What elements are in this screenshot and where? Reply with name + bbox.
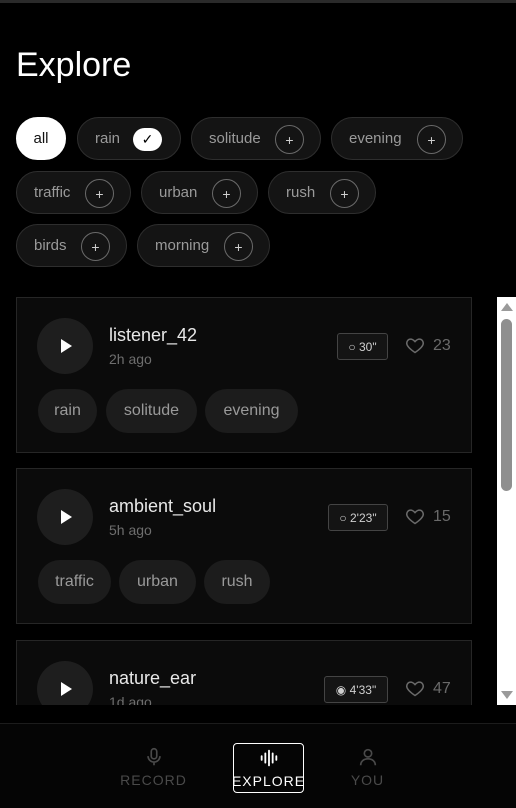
plus-icon[interactable]: + [81, 232, 110, 261]
play-icon [61, 510, 72, 524]
tag-chip[interactable]: evening [205, 389, 298, 433]
post-time: 2h ago [109, 351, 152, 367]
like-count: 23 [433, 337, 451, 354]
duration-icon: ○ [348, 339, 356, 354]
filter-chip-rain[interactable]: rain ✓ [77, 117, 181, 160]
tag-chip[interactable]: rain [38, 389, 97, 433]
duration-badge: ○ 2'23" [328, 504, 388, 531]
duration-icon: ○ [339, 510, 347, 525]
heart-icon[interactable] [405, 335, 425, 355]
plus-icon[interactable]: + [330, 179, 359, 208]
duration-icon: ◉ [335, 682, 347, 697]
tag-chip[interactable]: urban [119, 560, 196, 604]
play-button[interactable] [37, 661, 93, 705]
username[interactable]: listener_42 [109, 325, 197, 346]
nav-explore[interactable]: EXPLORE [231, 743, 306, 793]
filter-chip-solitude[interactable]: solitude + [191, 117, 321, 160]
scroll-up-arrow-icon[interactable] [501, 303, 513, 311]
filter-chip-label: all [33, 130, 49, 147]
scroll-down-arrow-icon[interactable] [501, 691, 513, 699]
check-icon[interactable]: ✓ [133, 128, 162, 151]
feed-scrollbar[interactable] [497, 297, 516, 705]
page-title: Explore [16, 46, 132, 84]
filter-chip-rush[interactable]: rush + [268, 171, 376, 214]
duration-value: 2'23" [350, 510, 377, 525]
sound-feed[interactable]: listener_42 2h ago ○ 30" 23 rain solitud… [16, 297, 472, 705]
filter-chip-all[interactable]: all [16, 117, 66, 160]
tag-chip[interactable]: traffic [38, 560, 111, 604]
filter-chip-label: solitude [209, 130, 261, 147]
play-button[interactable] [37, 489, 93, 545]
filter-chip-label: rush [286, 184, 316, 201]
filter-chip-morning[interactable]: morning + [137, 224, 270, 267]
username[interactable]: ambient_soul [109, 496, 216, 517]
post-time: 1d ago [109, 694, 152, 705]
like-count: 47 [433, 680, 451, 697]
sound-card[interactable]: listener_42 2h ago ○ 30" 23 rain solitud… [16, 297, 472, 453]
bottom-nav: RECORD EXPLORE YOU [0, 723, 516, 808]
top-divider [0, 0, 516, 3]
heart-icon[interactable] [405, 506, 425, 526]
tag-chip[interactable]: rush [204, 560, 270, 604]
nav-record[interactable]: RECORD [118, 743, 189, 793]
filter-chip-traffic[interactable]: traffic + [16, 171, 131, 214]
filter-chip-label: rain [95, 130, 121, 147]
plus-icon[interactable]: + [417, 125, 446, 154]
tag-chip[interactable]: solitude [106, 389, 197, 433]
like-count: 15 [433, 508, 451, 525]
nav-label: YOU [350, 772, 385, 788]
filter-chip-evening[interactable]: evening + [331, 117, 463, 160]
play-icon [61, 682, 72, 696]
plus-icon[interactable]: + [275, 125, 304, 154]
duration-value: 4'33" [349, 682, 377, 697]
filter-chip-label: urban [159, 184, 198, 201]
nav-label: EXPLORE [231, 773, 306, 789]
duration-badge: ○ 30" [337, 333, 388, 360]
duration-badge: ◉ 4'33" [324, 676, 388, 703]
filter-chip-birds[interactable]: birds + [16, 224, 127, 267]
sound-card[interactable]: ambient_soul 5h ago ○ 2'23" 15 traffic u… [16, 468, 472, 624]
username[interactable]: nature_ear [109, 668, 196, 689]
play-icon [61, 339, 72, 353]
filter-chip-label: traffic [34, 184, 71, 201]
user-icon [359, 748, 376, 766]
plus-icon[interactable]: + [212, 179, 241, 208]
filter-chip-label: morning [155, 237, 210, 254]
heart-icon[interactable] [405, 678, 425, 698]
waveform-icon [260, 749, 277, 767]
plus-icon[interactable]: + [224, 232, 253, 261]
filter-chip-label: evening [349, 130, 402, 147]
sound-card[interactable]: nature_ear 1d ago ◉ 4'33" 47 [16, 640, 472, 705]
filter-chip-label: birds [34, 237, 67, 254]
nav-label: RECORD [120, 772, 187, 788]
filter-chip-urban[interactable]: urban + [141, 171, 258, 214]
microphone-icon [146, 747, 161, 766]
play-button[interactable] [37, 318, 93, 374]
scrollbar-thumb[interactable] [501, 319, 512, 491]
duration-value: 30" [358, 339, 377, 354]
post-time: 5h ago [109, 522, 152, 538]
nav-you[interactable]: YOU [332, 743, 403, 793]
plus-icon[interactable]: + [85, 179, 114, 208]
